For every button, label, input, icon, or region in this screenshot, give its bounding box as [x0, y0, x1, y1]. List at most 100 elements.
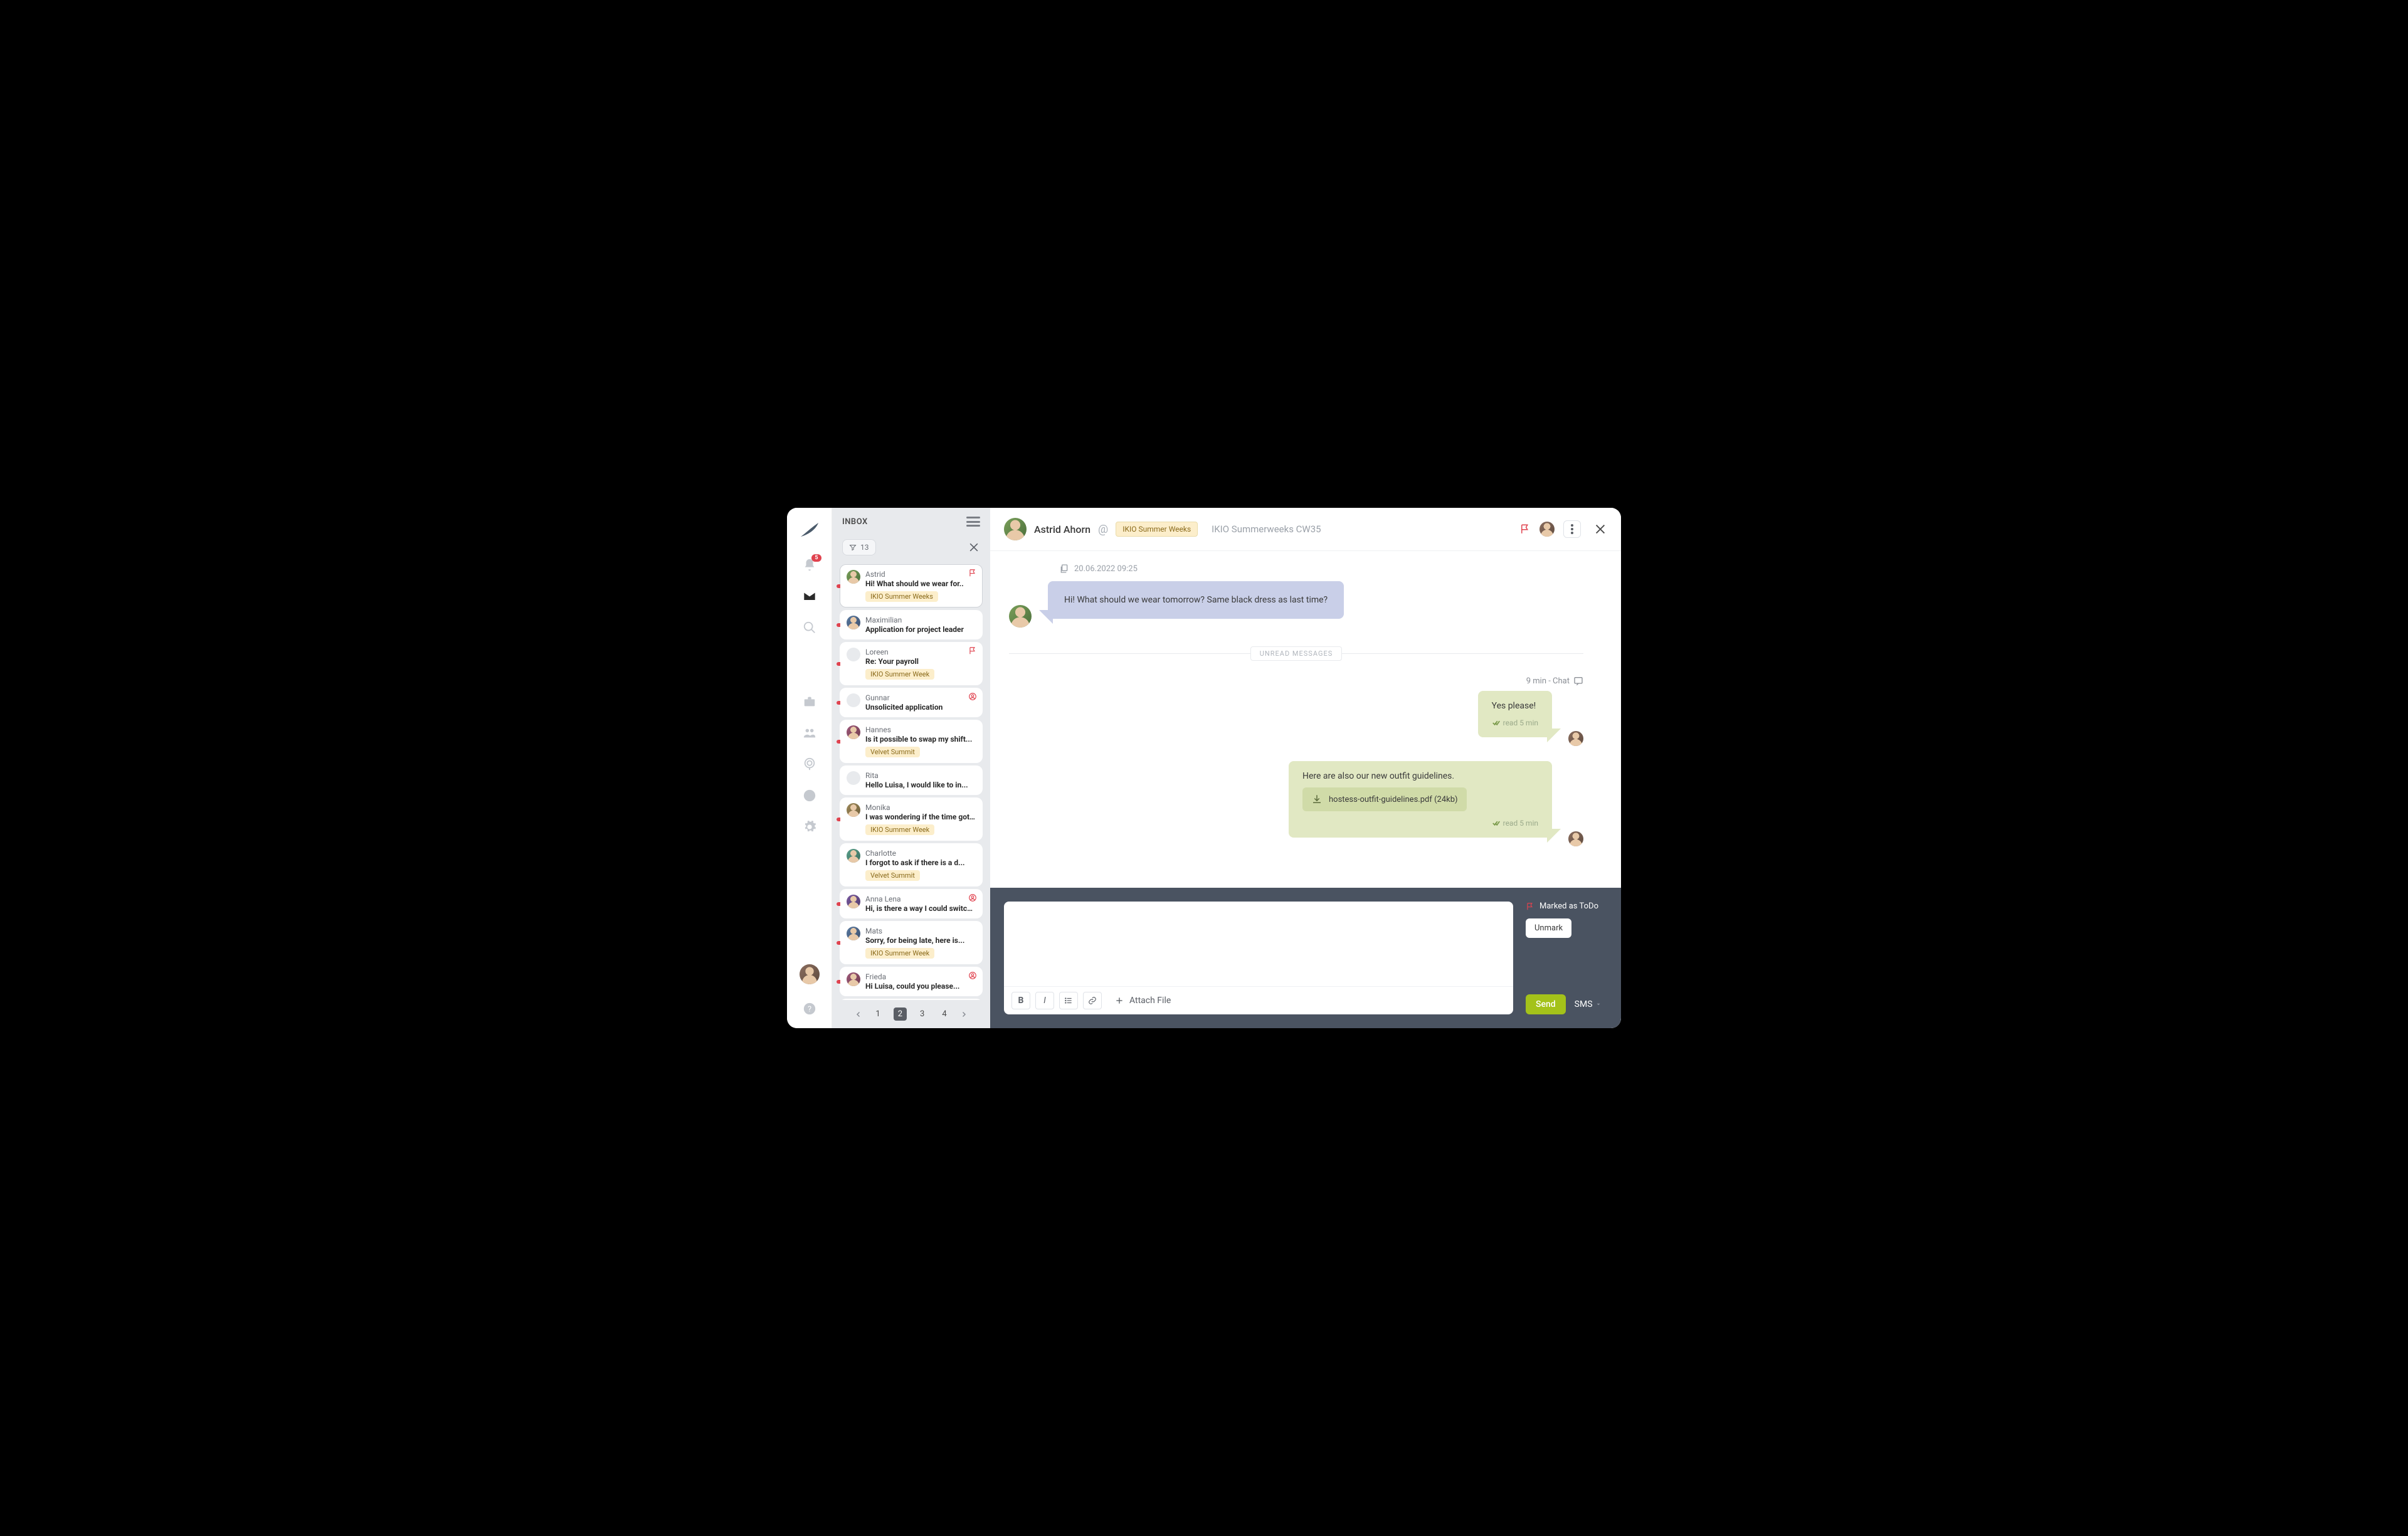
item-body: CharlotteI forgot to ask if there is a d…: [865, 849, 976, 881]
item-avatar: [847, 771, 860, 785]
compose-input[interactable]: [1004, 902, 1513, 986]
briefcase-icon[interactable]: [803, 695, 816, 708]
badge-icon: [968, 893, 977, 902]
item-subject: Hi Luisa, could you please...: [865, 982, 976, 991]
chevron-down-icon: [1595, 1001, 1602, 1007]
page-4[interactable]: 4: [937, 1007, 951, 1021]
item-subject: Sorry, for being late, here is...: [865, 936, 976, 945]
filter-chip[interactable]: 13: [842, 539, 876, 555]
sms-button[interactable]: SMS: [1575, 999, 1602, 1009]
inbox-item[interactable]: AstridHi! What should we wear for..IKIO …: [840, 564, 983, 608]
contact-name: Astrid Ahorn: [1034, 523, 1090, 535]
target-icon[interactable]: [803, 757, 816, 771]
inbox-item[interactable]: CharlotteI forgot to ask if there is a d…: [840, 843, 983, 886]
item-subject: Hello Luisa, I would like to in...: [865, 781, 976, 789]
item-body: MaximilianApplication for project leader: [865, 616, 976, 634]
item-subject: I forgot to ask if there is a d...: [865, 858, 976, 867]
inbox-item[interactable]: RitaHello Luisa, I would like to in...: [840, 765, 983, 795]
link-button[interactable]: [1083, 992, 1102, 1009]
message-timestamp: 20.06.2022 09:25: [1059, 564, 1583, 574]
page-1[interactable]: 1: [871, 1007, 884, 1021]
contact-avatar: [1004, 518, 1027, 540]
item-avatar: [847, 616, 860, 629]
inbox-item[interactable]: MonikaI was wondering if the time got...…: [840, 797, 983, 841]
inbox-item[interactable]: GunnarUnsolicited application: [840, 688, 983, 717]
inbox-item[interactable]: LoreenRe: Your payrollIKIO Summer Week: [840, 642, 983, 685]
chat-icon: [1573, 676, 1583, 686]
item-body: MonikaI was wondering if the time got...…: [865, 803, 976, 835]
item-tag: Velvet Summit: [865, 870, 920, 881]
item-body: AstridHi! What should we wear for..IKIO …: [865, 570, 976, 602]
item-body: GunnarUnsolicited application: [865, 693, 976, 712]
conversation-header: Astrid Ahorn @ IKIO Summer Weeks IKIO Su…: [990, 508, 1621, 551]
item-tag: IKIO Summer Week: [865, 948, 934, 959]
copy-icon: [1059, 564, 1069, 574]
flag-icon[interactable]: [1519, 523, 1531, 535]
item-sender: Loreen: [865, 648, 976, 656]
item-sender: Maximilian: [865, 616, 976, 624]
item-subject: I was wondering if the time got...: [865, 813, 976, 821]
inbox-item[interactable]: MaximilianApplication for project leader: [840, 610, 983, 639]
header-subtitle: IKIO Summerweeks CW35: [1212, 523, 1321, 535]
item-body: MatsSorry, for being late, here is...IKI…: [865, 927, 976, 959]
my-avatar: [1568, 831, 1583, 846]
page-2[interactable]: 2: [894, 1007, 907, 1021]
prev-page-icon[interactable]: [855, 1011, 862, 1018]
download-icon: [1311, 794, 1323, 805]
inbox-item[interactable]: BrittaIs it okay, if I would leave a bit…: [840, 999, 983, 1000]
list-button[interactable]: [1059, 992, 1078, 1009]
svg-text:?: ?: [807, 1005, 811, 1014]
app-window: 5 ? INBOX: [787, 508, 1621, 1028]
inbox-item[interactable]: MatsSorry, for being late, here is...IKI…: [840, 921, 983, 964]
menu-icon[interactable]: [966, 517, 980, 527]
chart-icon[interactable]: [803, 789, 816, 802]
inbox-list: AstridHi! What should we wear for..IKIO …: [832, 562, 990, 1000]
settings-icon[interactable]: [803, 820, 816, 834]
item-avatar: [847, 570, 860, 584]
close-filter-icon[interactable]: [968, 541, 980, 554]
unmark-button[interactable]: Unmark: [1526, 918, 1571, 938]
current-user-avatar[interactable]: [800, 964, 820, 984]
attach-file-button[interactable]: Attach File: [1114, 996, 1171, 1006]
notifications-icon[interactable]: 5: [803, 558, 816, 572]
next-page-icon[interactable]: [960, 1011, 968, 1018]
italic-button[interactable]: I: [1035, 992, 1054, 1009]
page-3[interactable]: 3: [916, 1007, 929, 1021]
more-menu-button[interactable]: [1563, 520, 1581, 538]
outgoing-message: Here are also our new outfit guidelines.…: [1009, 761, 1583, 846]
item-sender: Astrid: [865, 570, 976, 579]
people-icon[interactable]: [803, 726, 816, 740]
message-thread: 20.06.2022 09:25 Hi! What should we wear…: [990, 551, 1621, 888]
bold-button[interactable]: B: [1011, 992, 1030, 1009]
item-avatar: [847, 849, 860, 863]
item-sender: Frieda: [865, 972, 976, 981]
send-row: Send SMS: [1526, 994, 1607, 1014]
assignee-avatar[interactable]: [1539, 522, 1555, 537]
flag-icon: [968, 569, 977, 577]
mail-icon[interactable]: [803, 589, 816, 603]
item-sender: Charlotte: [865, 849, 976, 858]
message-text: Here are also our new outfit guidelines.: [1302, 771, 1538, 781]
item-tag: Velvet Summit: [865, 747, 920, 757]
item-subject: Application for project leader: [865, 625, 976, 634]
item-body: LoreenRe: Your payrollIKIO Summer Week: [865, 648, 976, 680]
item-body: FriedaHi Luisa, could you please...: [865, 972, 976, 991]
badge-icon: [968, 692, 977, 701]
compose-box: B I Attach File: [1004, 902, 1513, 1014]
composer: B I Attach File Mark: [990, 888, 1621, 1028]
send-button[interactable]: Send: [1526, 994, 1566, 1014]
item-avatar: [847, 803, 860, 817]
inbox-item[interactable]: Anna LenaHi, is there a way I could swit…: [840, 889, 983, 918]
inbox-item[interactable]: HannesIs it possible to swap my shift...…: [840, 720, 983, 763]
header-tag[interactable]: IKIO Summer Weeks: [1116, 522, 1198, 537]
read-status: read 5 min: [1492, 718, 1538, 727]
item-body: RitaHello Luisa, I would like to in...: [865, 771, 976, 789]
help-icon[interactable]: ?: [803, 1002, 816, 1016]
inbox-item[interactable]: FriedaHi Luisa, could you please...: [840, 967, 983, 996]
attachment-chip[interactable]: hostess-outfit-guidelines.pdf (24kb): [1302, 787, 1467, 811]
search-icon[interactable]: [803, 621, 816, 634]
close-conversation-icon[interactable]: [1593, 522, 1607, 536]
message-meta: 9 min - Chat: [1009, 676, 1583, 686]
item-subject: Unsolicited application: [865, 703, 976, 712]
item-avatar: [847, 693, 860, 707]
